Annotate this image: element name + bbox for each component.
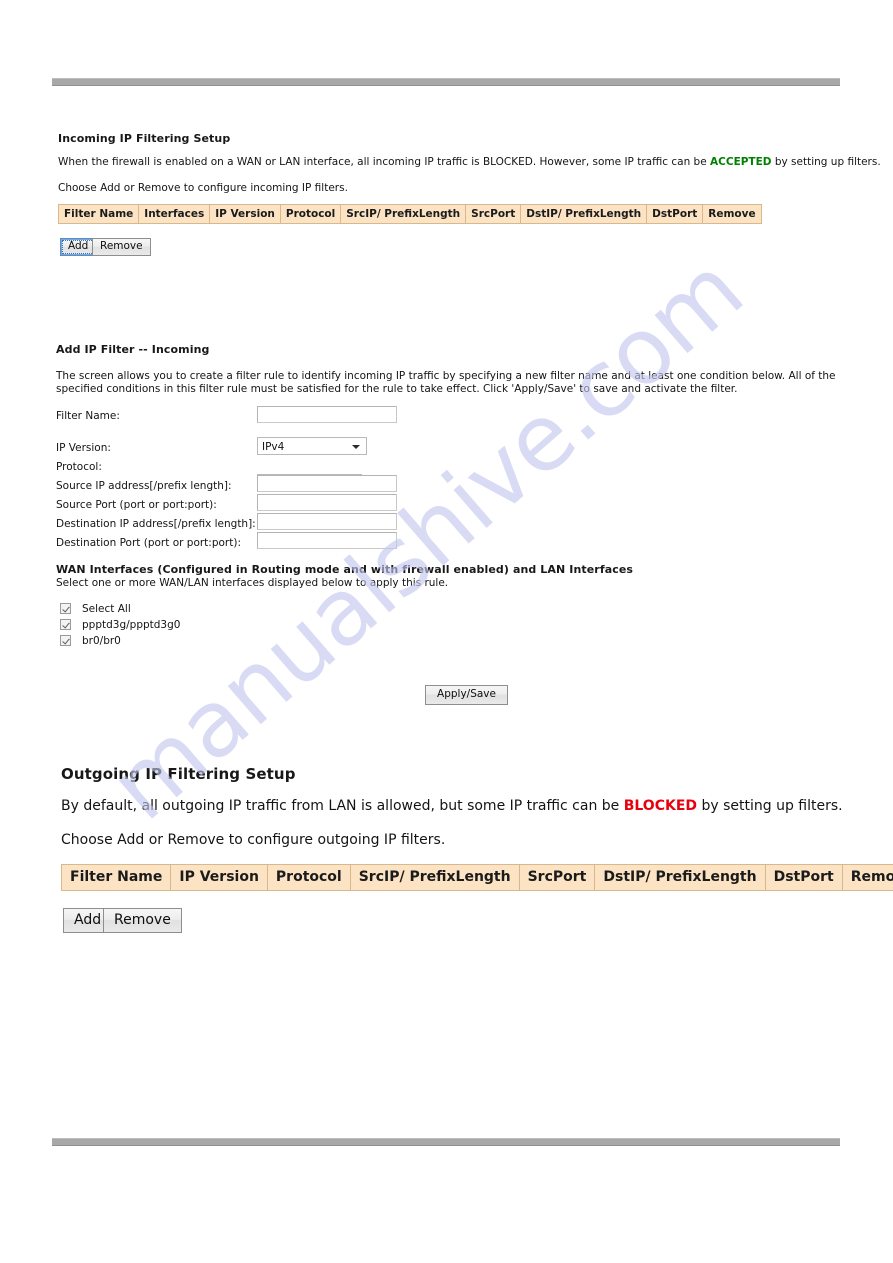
checkbox-label-br0: br0/br0	[82, 635, 121, 647]
outgoing-col-dstport: DstPort	[764, 864, 843, 891]
filter-name-input[interactable]	[257, 406, 397, 423]
checkbox-select-all[interactable]	[60, 603, 71, 614]
incoming-col-dstport: DstPort	[646, 204, 704, 224]
incoming-col-protocol: Protocol	[279, 204, 342, 224]
outgoing-intro-prefix: By default, all outgoing IP traffic from…	[61, 798, 624, 814]
checkbox-label-ppptd3g: ppptd3g/ppptd3g0	[82, 619, 181, 631]
accepted-highlight: ACCEPTED	[710, 156, 772, 168]
checkbox-br0[interactable]	[60, 635, 71, 646]
wan-interfaces-heading: WAN Interfaces (Configured in Routing mo…	[56, 563, 634, 576]
incoming-filter-table: Filter Name Interfaces IP Version Protoc…	[57, 204, 762, 224]
outgoing-filter-table-wrap: Filter Name IP Version Protocol SrcIP/ P…	[60, 864, 893, 891]
add-filter-description-line1: The screen allows you to create a filter…	[56, 370, 836, 382]
incoming-remove-button[interactable]: Remove	[92, 238, 151, 256]
source-port-label: Source Port (port or port:port):	[56, 499, 217, 511]
destination-ip-input[interactable]	[257, 513, 397, 530]
outgoing-table-header-row: Filter Name IP Version Protocol SrcIP/ P…	[60, 864, 893, 891]
outgoing-col-srcport: SrcPort	[518, 864, 596, 891]
incoming-intro-suffix: by setting up filters.	[771, 156, 881, 168]
outgoing-instruction-text: Choose Add or Remove to configure outgoi…	[61, 832, 446, 848]
outgoing-remove-button[interactable]: Remove	[103, 908, 182, 933]
destination-port-label: Destination Port (port or port:port):	[56, 537, 241, 549]
outgoing-intro-text: By default, all outgoing IP traffic from…	[61, 798, 843, 814]
source-ip-input[interactable]	[257, 475, 397, 492]
incoming-col-dstip: DstIP/ PrefixLength	[520, 204, 648, 224]
incoming-col-srcip: SrcIP/ PrefixLength	[340, 204, 467, 224]
wan-interfaces-subtext: Select one or more WAN/LAN interfaces di…	[56, 577, 449, 589]
incoming-table-header-row: Filter Name Interfaces IP Version Protoc…	[57, 204, 762, 224]
incoming-intro-text: When the firewall is enabled on a WAN or…	[58, 156, 881, 168]
protocol-label: Protocol:	[56, 461, 102, 473]
outgoing-col-remove: Remove	[841, 864, 893, 891]
outgoing-section-heading: Outgoing IP Filtering Setup	[61, 765, 296, 783]
source-port-input[interactable]	[257, 494, 397, 511]
incoming-section-heading: Incoming IP Filtering Setup	[58, 132, 231, 145]
incoming-col-filter-name: Filter Name	[57, 204, 140, 224]
checkbox-ppptd3g[interactable]	[60, 619, 71, 630]
incoming-instruction-text: Choose Add or Remove to configure incomi…	[58, 182, 348, 194]
checkbox-row-select-all[interactable]: Select All	[60, 603, 131, 616]
outgoing-filter-table: Filter Name IP Version Protocol SrcIP/ P…	[60, 864, 893, 891]
chevron-down-icon	[352, 445, 360, 449]
incoming-col-srcport: SrcPort	[465, 204, 522, 224]
outgoing-col-srcip: SrcIP/ PrefixLength	[349, 864, 520, 891]
apply-save-button[interactable]: Apply/Save	[425, 685, 508, 705]
destination-port-input[interactable]	[257, 532, 397, 549]
incoming-col-ip-version: IP Version	[209, 204, 281, 224]
incoming-intro-prefix: When the firewall is enabled on a WAN or…	[58, 156, 711, 168]
incoming-filter-table-wrap: Filter Name Interfaces IP Version Protoc…	[57, 204, 762, 224]
source-ip-label: Source IP address[/prefix length]:	[56, 480, 232, 492]
outgoing-col-dstip: DstIP/ PrefixLength	[594, 864, 766, 891]
destination-ip-label: Destination IP address[/prefix length]:	[56, 518, 256, 530]
outgoing-col-protocol: Protocol	[266, 864, 351, 891]
outgoing-col-ip-version: IP Version	[170, 864, 268, 891]
add-filter-heading: Add IP Filter -- Incoming	[56, 343, 210, 356]
checkbox-row-br0[interactable]: br0/br0	[60, 635, 121, 648]
add-filter-description-line2: specified conditions in this filter rule…	[56, 383, 738, 395]
outgoing-col-filter-name: Filter Name	[60, 864, 172, 891]
filter-name-label: Filter Name:	[56, 410, 120, 422]
incoming-add-button[interactable]: Add	[60, 238, 97, 256]
ip-version-label: IP Version:	[56, 442, 111, 454]
checkbox-label-select-all: Select All	[82, 603, 131, 615]
incoming-col-remove: Remove	[702, 204, 762, 224]
incoming-col-interfaces: Interfaces	[138, 204, 211, 224]
checkbox-row-ppptd3g[interactable]: ppptd3g/ppptd3g0	[60, 619, 180, 632]
ip-version-select[interactable]: IPv4	[257, 437, 367, 455]
outgoing-intro-suffix: by setting up filters.	[697, 798, 843, 814]
ip-version-selected-value: IPv4	[262, 441, 285, 453]
blocked-highlight: BLOCKED	[623, 798, 698, 814]
page-content: Incoming IP Filtering Setup When the fir…	[0, 0, 893, 1263]
